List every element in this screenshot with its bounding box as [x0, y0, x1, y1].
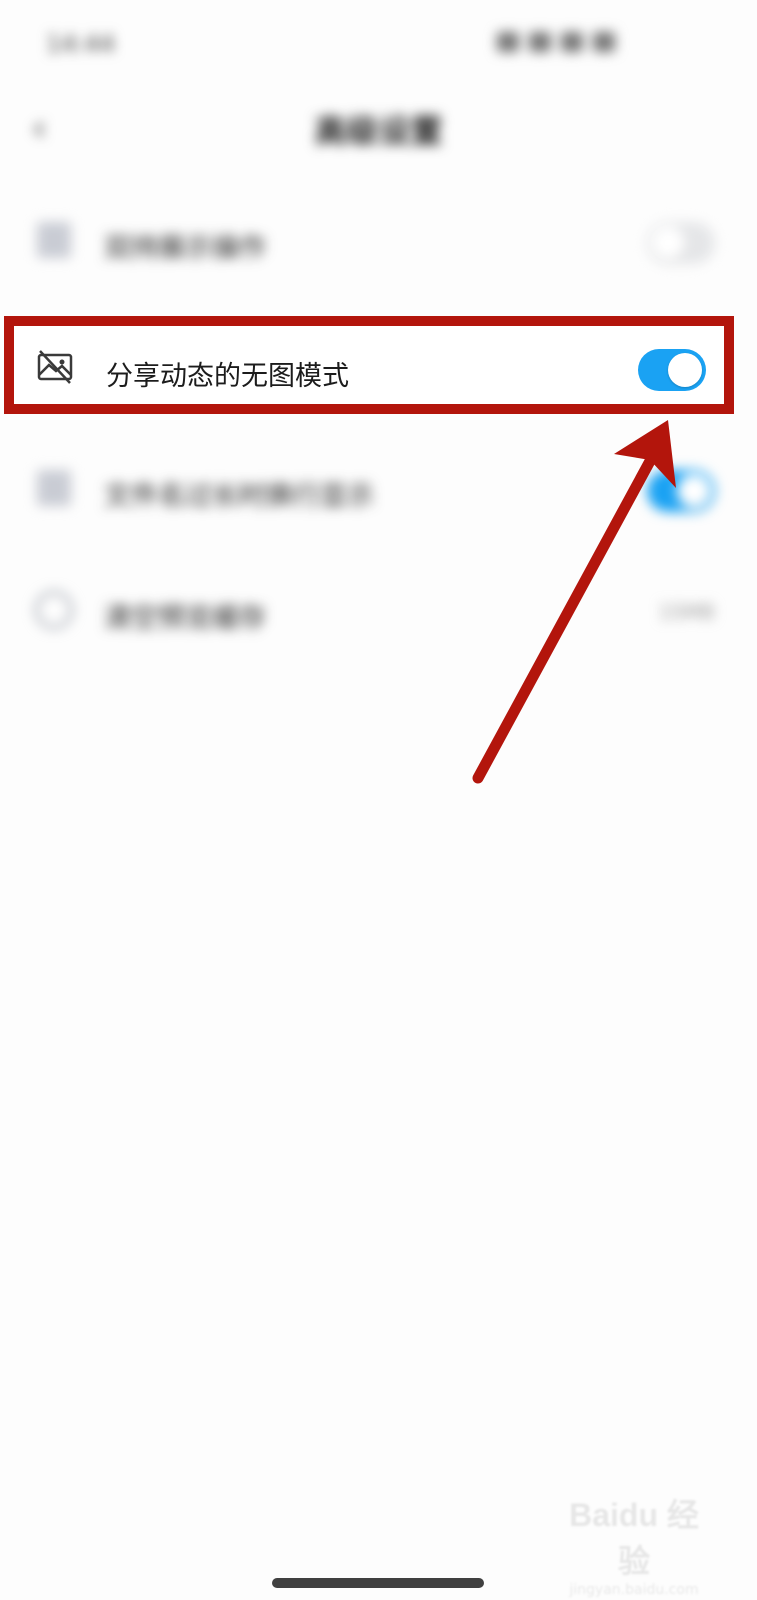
page-title: 高级设置: [314, 112, 443, 150]
clock-icon: [34, 590, 74, 630]
setting-label: 文件名过长时换行显示: [104, 481, 374, 512]
setting-label: 清空预览缓存: [104, 603, 266, 634]
setting-label: 双持展示操作: [104, 233, 266, 264]
battery-icon: [593, 32, 615, 52]
status-bar: 14:44: [0, 0, 757, 92]
signal-icon: [561, 32, 583, 52]
signal-icon: [497, 32, 519, 52]
toggle-switch[interactable]: [638, 349, 706, 391]
status-time: 14:44: [46, 30, 116, 58]
setting-row-clear-cache[interactable]: 清空预览缓存 15MB: [0, 566, 757, 662]
wifi-icon: [529, 32, 551, 52]
watermark-brand: Baidu 经验: [569, 1497, 699, 1579]
toggle-switch[interactable]: [647, 222, 715, 264]
document-icon: [34, 220, 74, 260]
watermark: Baidu 经验 jingyan.baidu.com: [559, 1490, 709, 1598]
status-icons: [497, 32, 627, 56]
file-icon: [34, 468, 74, 508]
setting-row-filename-wrap[interactable]: 文件名过长时换行显示: [0, 444, 757, 540]
home-indicator[interactable]: [272, 1578, 484, 1588]
cache-size-value: 15MB: [658, 600, 715, 624]
watermark-sub: jingyan.baidu.com: [569, 1582, 699, 1598]
setting-row-double-tap[interactable]: 双持展示操作: [0, 196, 757, 292]
nav-bar: ‹ 高级设置: [0, 92, 757, 162]
no-image-icon: [36, 348, 76, 388]
setting-label: 分享动态的无图模式: [106, 361, 349, 392]
toggle-switch[interactable]: [647, 470, 715, 512]
setting-row-no-image-mode[interactable]: 分享动态的无图模式: [4, 316, 734, 414]
